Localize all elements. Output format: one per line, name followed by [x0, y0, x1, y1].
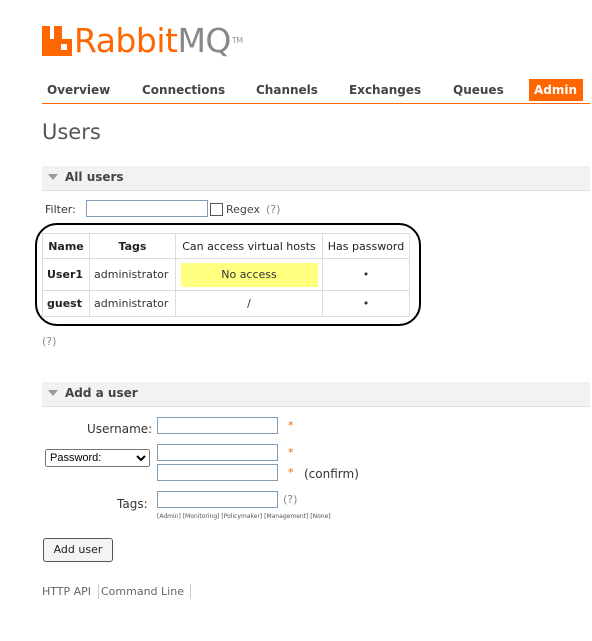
section-title: All users [65, 170, 124, 184]
required-mark: * [288, 419, 294, 432]
add-user-section-header[interactable]: Add a user [42, 382, 590, 407]
tag-shortcuts[interactable]: [Admin] [Monitoring] [Policymaker] [Mana… [157, 513, 331, 520]
required-mark: * [288, 466, 294, 479]
users-help-link[interactable]: (?) [42, 335, 56, 348]
logo-wordmark: RabbitMQTM [74, 21, 243, 60]
footer-http-api-link[interactable]: HTTP API [42, 585, 91, 598]
footer-divider [190, 584, 191, 599]
password-type-select[interactable]: Password: [45, 449, 150, 467]
filter-label: Filter: [45, 203, 76, 216]
tags-help-link[interactable]: (?) [283, 493, 297, 506]
collapse-triangle-icon [48, 174, 58, 180]
section-title: Add a user [65, 386, 138, 400]
confirm-label: (confirm) [304, 467, 359, 481]
regex-checkbox[interactable] [210, 203, 223, 216]
add-user-button[interactable]: Add user [43, 538, 113, 562]
tab-overview[interactable]: Overview [42, 79, 115, 101]
footer-divider [98, 584, 99, 599]
filter-input[interactable] [86, 200, 208, 217]
password-input[interactable] [157, 444, 278, 461]
collapse-triangle-icon [48, 390, 58, 396]
all-users-section-header[interactable]: All users [42, 166, 590, 191]
tab-channels[interactable]: Channels [251, 79, 323, 101]
password-confirm-input[interactable] [157, 464, 278, 481]
tags-label: Tags: [117, 497, 148, 511]
page-title: Users [42, 120, 101, 144]
regex-help-link[interactable]: (?) [266, 203, 280, 216]
tab-connections[interactable]: Connections [137, 79, 230, 101]
username-label: Username: [87, 422, 153, 436]
tags-input[interactable] [157, 491, 278, 508]
main-nav: Overview Connections Channels Exchanges … [42, 79, 590, 104]
rabbitmq-logo-icon [42, 26, 72, 56]
highlight-oval [35, 223, 421, 326]
footer-command-line-link[interactable]: Command Line [101, 585, 184, 598]
tab-exchanges[interactable]: Exchanges [344, 79, 426, 101]
rabbitmq-logo: RabbitMQTM [42, 22, 243, 62]
username-input[interactable] [157, 417, 278, 434]
tab-queues[interactable]: Queues [448, 79, 509, 101]
tab-admin[interactable]: Admin [529, 79, 583, 101]
regex-label: Regex [226, 203, 260, 216]
required-mark: * [288, 446, 294, 459]
